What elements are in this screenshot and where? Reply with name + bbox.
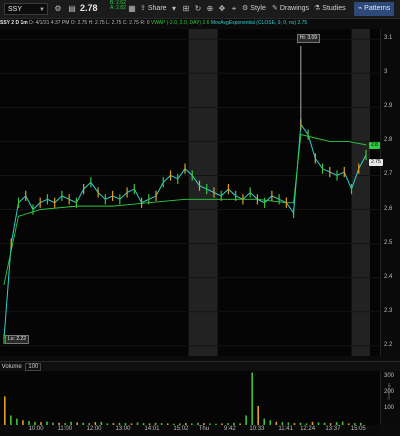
bar-high: H: 2.75 bbox=[88, 20, 105, 26]
vwap-legend[interactable]: VWAP (-2.0, 2.0, DAY) 2.6 bbox=[151, 20, 210, 26]
time-x-axis[interactable]: 10:00 11:00 12:00 13:00 14:01 15:02 Thu 9:42 10:… bbox=[0, 425, 380, 436]
drawings-side-label[interactable]: Drawings bbox=[386, 383, 391, 400]
series-point bbox=[184, 198, 186, 200]
session-shade-2 bbox=[351, 29, 370, 356]
patterns-button[interactable]: ⌁ Patterns bbox=[354, 2, 395, 16]
chevron-icon[interactable]: ▾ bbox=[168, 3, 180, 15]
volume-bar bbox=[4, 396, 6, 425]
bar-range: R: 0 bbox=[140, 20, 150, 26]
series-point bbox=[17, 215, 19, 217]
volume-value: 100 bbox=[25, 363, 42, 371]
series-line-movavgexponential bbox=[3, 122, 367, 340]
series-point bbox=[293, 202, 295, 204]
x-tick-label: 9:42 bbox=[224, 426, 236, 432]
settings-icon[interactable]: ⚙ bbox=[52, 3, 64, 15]
x-tick-label: 11:00 bbox=[57, 426, 73, 432]
studies-button[interactable]: ⚗ Studies bbox=[314, 3, 346, 15]
last-price-tag: 2.75 bbox=[369, 158, 383, 166]
symbol-period: SSY 2 D 1m bbox=[0, 20, 28, 26]
y-tick-label: 2.2 bbox=[384, 341, 393, 348]
grid-icon[interactable]: ▦ bbox=[126, 3, 138, 15]
volume-svg bbox=[4, 372, 362, 425]
series-point bbox=[329, 140, 331, 142]
x-tick-label: 10:33 bbox=[249, 426, 265, 432]
series-point bbox=[314, 137, 316, 139]
x-tick-label: 15:05 bbox=[350, 426, 366, 432]
ask-label: A: 2.82 bbox=[110, 5, 126, 11]
style-label: Style bbox=[250, 5, 266, 12]
volume-y-tick: 100 bbox=[384, 405, 395, 412]
volume-bar bbox=[251, 372, 253, 425]
x-tick-label: 11:41 bbox=[278, 426, 293, 432]
ema-legend[interactable]: MovAvgExponential (CLOSE, 9, 0, no) bbox=[211, 20, 296, 26]
y-tick-label: 2.3 bbox=[384, 307, 393, 314]
series-point bbox=[300, 134, 302, 136]
y-tick-label: 2.4 bbox=[384, 273, 393, 280]
patterns-label: Patterns bbox=[364, 5, 391, 12]
chevron-down-icon[interactable]: ▼ bbox=[39, 4, 45, 16]
share-label: Share bbox=[147, 5, 167, 12]
pencil-icon: ✎ bbox=[272, 5, 278, 12]
series-point bbox=[112, 205, 114, 207]
y-tick-label: 2.6 bbox=[384, 205, 393, 212]
patterns-icon: ⌁ bbox=[358, 5, 363, 12]
toolbar: SSY ▼ ⚙ ▤ 2.78 B: 2.62 A: 2.82 ▦ ⇪ Share … bbox=[0, 0, 400, 19]
x-tick-label: Thu bbox=[198, 426, 210, 432]
high-label: Hi: 3.09 bbox=[296, 33, 321, 43]
series-point bbox=[365, 144, 367, 146]
x-tick-label: 13:37 bbox=[325, 426, 341, 432]
chart-icon[interactable]: ▤ bbox=[66, 3, 78, 15]
volume-bar bbox=[245, 415, 247, 425]
volume-pane[interactable] bbox=[0, 371, 380, 425]
series-point bbox=[3, 283, 5, 285]
x-tick-label: 13:00 bbox=[115, 426, 131, 432]
low-label: Lo: 2.22 bbox=[5, 334, 30, 344]
share-button[interactable]: ⇪ Share bbox=[140, 3, 167, 15]
bar-open: O: 2.75 bbox=[70, 20, 88, 26]
price-y-axis[interactable]: 3.1 3 2.9 2.8 2.7 2.6 2.5 2.4 2.3 2.2 bbox=[380, 29, 400, 356]
volume-bar bbox=[10, 415, 12, 425]
y-tick-label: 2.7 bbox=[384, 171, 393, 178]
zoom-icon[interactable]: ⊕ bbox=[204, 3, 216, 15]
vwap-price-tag: 2.8 bbox=[369, 141, 380, 149]
last-price: 2.78 bbox=[80, 3, 98, 13]
symbol-text: SSY bbox=[8, 6, 23, 13]
chart-info-bar: SSY 2 D 1m D: 4/1/21 4:37 PM O: 2.75 H: … bbox=[0, 19, 400, 28]
sync-icon[interactable]: ↻ bbox=[192, 3, 204, 15]
drawings-label: Drawings bbox=[279, 5, 310, 12]
share-icon: ⇪ bbox=[140, 5, 146, 12]
drawings-button[interactable]: ✎ Drawings bbox=[272, 3, 309, 15]
style-button[interactable]: ⚙ Style bbox=[242, 3, 266, 15]
y-tick-label: 2.5 bbox=[384, 239, 393, 246]
x-tick-label: 14:01 bbox=[144, 426, 160, 432]
y-tick-label: 3.1 bbox=[384, 35, 393, 42]
y-tick-label: 3 bbox=[384, 69, 388, 76]
y-tick-label: 2.9 bbox=[384, 103, 393, 110]
bid-ask: B: 2.62 A: 2.82 bbox=[110, 1, 126, 11]
y-tick-label: 2.8 bbox=[384, 137, 393, 144]
x-tick-label: 12:24 bbox=[300, 426, 316, 432]
price-chart-svg bbox=[0, 29, 380, 356]
layout-icon[interactable]: ⊞ bbox=[180, 3, 192, 15]
flask-icon: ⚗ bbox=[314, 5, 321, 12]
volume-bar bbox=[257, 405, 259, 425]
price-chart[interactable] bbox=[0, 29, 380, 356]
studies-label: Studies bbox=[322, 5, 346, 12]
bar-date: D: 4/1/21 4:37 PM bbox=[29, 20, 70, 26]
bar-low: L: 2.75 bbox=[106, 20, 122, 26]
x-tick-label: 10:00 bbox=[28, 426, 44, 432]
ema-value: 2.75 bbox=[297, 20, 308, 26]
crosshair-icon[interactable]: ⌖ bbox=[228, 3, 240, 15]
volume-y-tick: 300 bbox=[384, 373, 395, 380]
symbol-input[interactable]: SSY ▼ bbox=[4, 3, 48, 15]
volume-label: Volume bbox=[1, 364, 22, 370]
series-point bbox=[347, 140, 349, 142]
x-tick-label: 12:00 bbox=[86, 426, 102, 432]
style-icon: ⚙ bbox=[242, 5, 249, 12]
series-point bbox=[39, 209, 41, 211]
magnet-icon[interactable]: ✥ bbox=[216, 3, 228, 15]
x-tick-label: 15:02 bbox=[173, 426, 189, 432]
bar-close: C: 2.75 bbox=[122, 20, 139, 26]
